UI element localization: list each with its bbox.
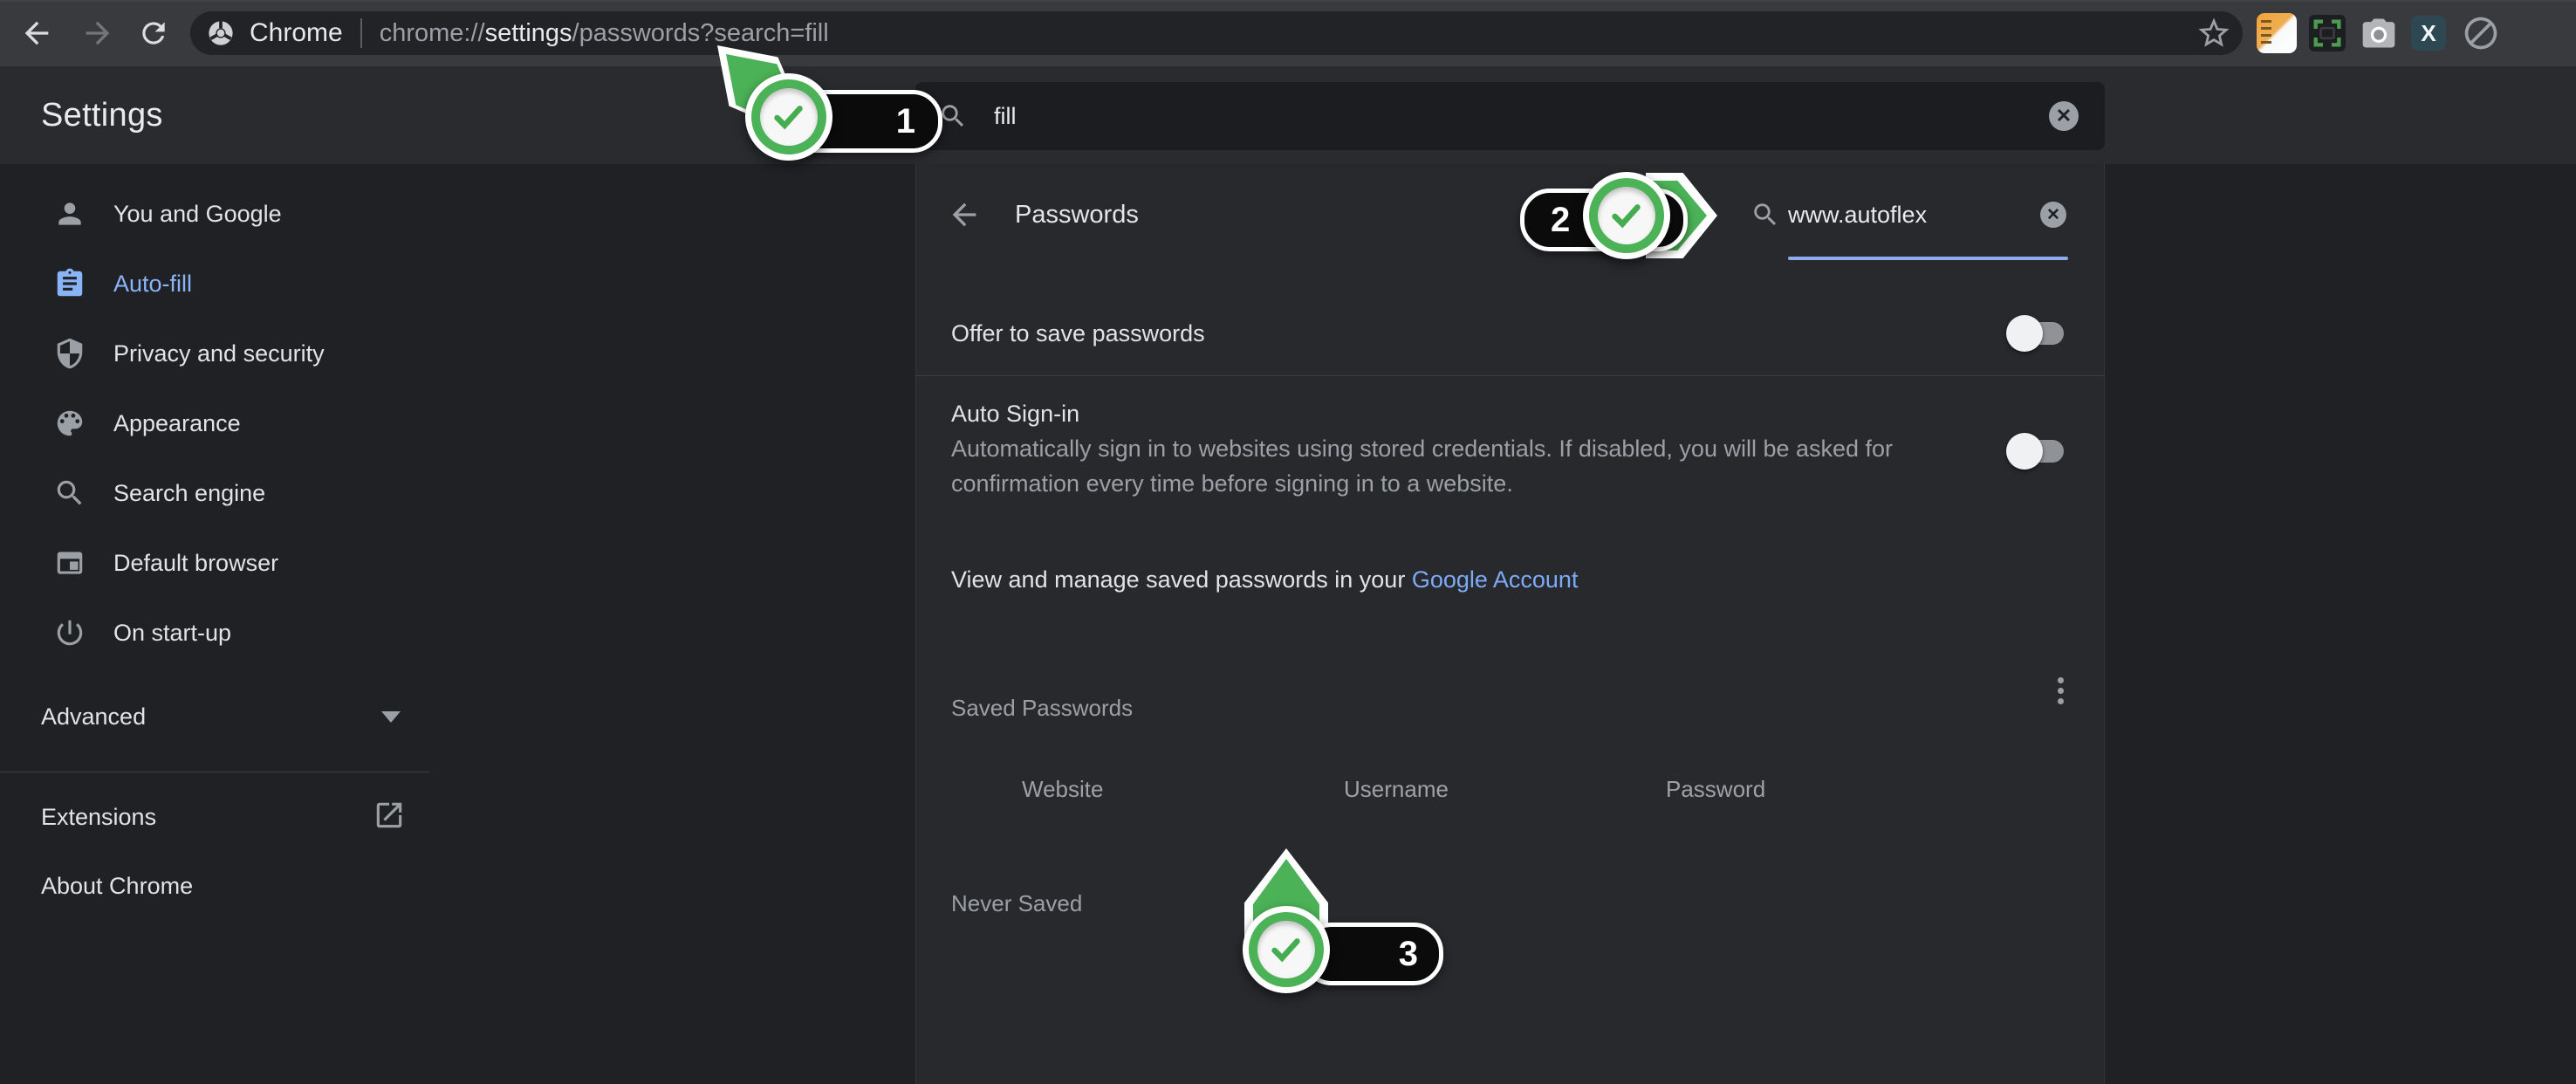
chrome-settings-window: Chrome chrome://settings/passwords?searc… xyxy=(0,0,2576,1084)
settings-header: Settings fill ✕ xyxy=(0,66,2576,164)
auto-signin-toggle[interactable] xyxy=(2008,434,2064,469)
sidebar-item-default-browser[interactable]: Default browser xyxy=(0,528,436,598)
sidebar-item-about-chrome[interactable]: About Chrome xyxy=(0,851,436,921)
search-icon xyxy=(938,101,968,131)
page-title: Settings xyxy=(41,66,163,164)
address-bar[interactable]: Chrome chrome://settings/passwords?searc… xyxy=(190,11,2243,55)
passwords-title: Passwords xyxy=(1015,183,1139,246)
magnifier-icon xyxy=(52,476,87,511)
clear-password-search-icon[interactable]: ✕ xyxy=(2040,202,2066,228)
forward-icon[interactable] xyxy=(79,14,117,52)
column-header-website: Website xyxy=(1022,776,1103,803)
badge-1-check xyxy=(745,73,832,161)
column-header-password: Password xyxy=(1666,776,1765,803)
passwords-subheader: Passwords www.autoflex ✕ xyxy=(915,183,2105,246)
browser-toolbar: Chrome chrome://settings/passwords?searc… xyxy=(0,0,2576,66)
badge-2-check xyxy=(1583,172,1670,259)
saved-passwords-heading: Saved Passwords xyxy=(951,695,1133,722)
google-account-link[interactable]: Google Account xyxy=(1412,566,1579,593)
column-header-username: Username xyxy=(1344,776,1449,803)
person-icon xyxy=(52,196,87,231)
badge-3-check xyxy=(1243,906,1330,993)
chevron-down-icon xyxy=(381,711,401,723)
power-icon xyxy=(52,615,87,650)
extension-x-icon[interactable]: X xyxy=(2411,16,2446,51)
offer-save-toggle[interactable] xyxy=(2008,316,2064,351)
checkmark-icon xyxy=(1598,187,1655,244)
sidebar-item-you-and-google[interactable]: You and Google xyxy=(0,179,436,249)
sidebar-item-search-engine[interactable]: Search engine xyxy=(0,458,436,528)
back-icon[interactable] xyxy=(17,14,56,52)
auto-signin-title: Auto Sign-in xyxy=(951,401,1079,428)
back-arrow-icon[interactable] xyxy=(947,197,982,237)
reload-icon[interactable] xyxy=(134,14,173,52)
extension-screenshot-icon[interactable] xyxy=(2309,15,2346,51)
sidebar-item-autofill[interactable]: Auto-fill xyxy=(0,249,436,319)
search-focus-underline xyxy=(1788,257,2068,260)
sidebar-item-appearance[interactable]: Appearance xyxy=(0,388,436,458)
chrome-logo-icon xyxy=(206,18,236,48)
palette-icon xyxy=(52,406,87,441)
checkmark-icon xyxy=(760,88,818,146)
row-divider xyxy=(915,375,2105,376)
shield-icon xyxy=(52,336,87,371)
auto-signin-description: Automatically sign in to websites using … xyxy=(951,431,1929,501)
site-label: Chrome xyxy=(250,18,343,48)
browser-window-icon xyxy=(52,545,87,580)
checkmark-icon xyxy=(1257,921,1315,978)
offer-save-label: Offer to save passwords xyxy=(951,320,1205,347)
sidebar-item-advanced[interactable]: Advanced xyxy=(0,682,436,751)
sidebar-item-on-startup[interactable]: On start-up xyxy=(0,598,436,668)
sidebar-item-privacy[interactable]: Privacy and security xyxy=(0,319,436,388)
clipboard-icon xyxy=(52,266,87,301)
extension-blocked-icon[interactable] xyxy=(2461,13,2501,53)
search-input-value[interactable]: fill xyxy=(994,103,1017,130)
settings-search-box[interactable]: fill ✕ xyxy=(915,82,2105,150)
external-link-icon xyxy=(373,799,406,836)
manage-passwords-row: View and manage saved passwords in your … xyxy=(951,566,1578,593)
extension-notes-icon[interactable] xyxy=(2257,13,2297,53)
url-separator xyxy=(360,18,362,48)
more-options-icon[interactable] xyxy=(2045,676,2075,705)
password-search-icon xyxy=(1750,200,1780,234)
password-search-input[interactable]: www.autoflex xyxy=(1788,183,1927,246)
passwords-panel: Passwords www.autoflex ✕ Offer to save p… xyxy=(915,164,2105,1084)
sidebar-item-extensions[interactable]: Extensions xyxy=(0,782,436,852)
extension-camera-icon[interactable] xyxy=(2358,14,2400,52)
bookmark-star-icon[interactable] xyxy=(2196,15,2232,56)
url-text: chrome://settings/passwords?search=fill xyxy=(380,19,829,48)
never-saved-heading: Never Saved xyxy=(951,890,1082,917)
clear-search-icon[interactable]: ✕ xyxy=(2049,101,2079,131)
